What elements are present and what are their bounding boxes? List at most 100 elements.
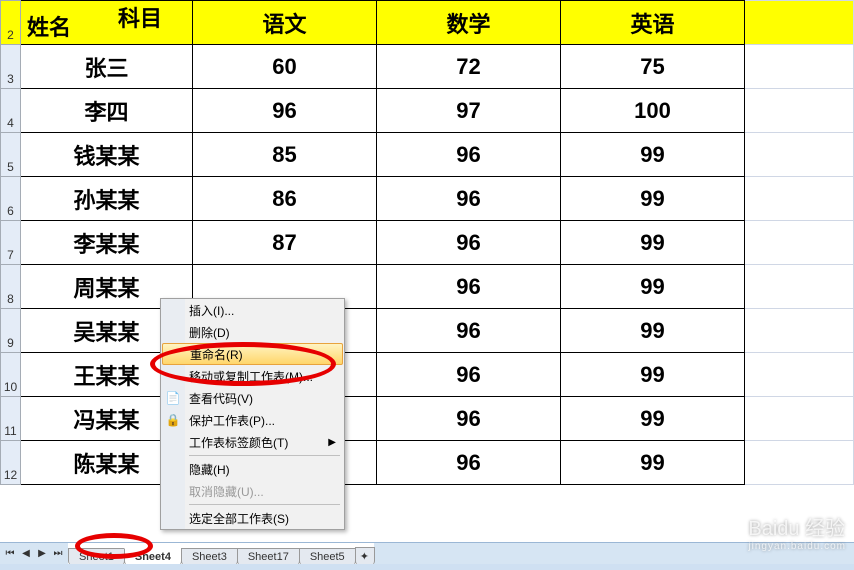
empty-cell[interactable] xyxy=(745,265,854,309)
cell-value[interactable]: 96 xyxy=(377,177,561,221)
empty-cell[interactable] xyxy=(745,221,854,265)
empty-cell[interactable] xyxy=(745,133,854,177)
sheet-tab[interactable]: Sheet1 xyxy=(68,548,125,565)
sheet-tab[interactable]: Sheet5 xyxy=(299,548,356,565)
menu-label: 插入(I)... xyxy=(189,302,234,319)
cell-value[interactable]: 96 xyxy=(193,89,377,133)
sheet-tab-active[interactable]: Sheet4 xyxy=(124,548,182,565)
code-icon: 📄 xyxy=(165,390,181,406)
row-header[interactable]: 3 xyxy=(1,45,21,89)
menu-separator xyxy=(189,455,340,456)
column-header-shuxue[interactable]: 数学 xyxy=(377,1,561,45)
cell-value[interactable]: 75 xyxy=(561,45,745,89)
header-name-label: 姓名 xyxy=(27,10,71,42)
cell-name[interactable]: 张三 xyxy=(21,45,193,89)
cell-value[interactable]: 99 xyxy=(561,309,745,353)
menu-label: 移动或复制工作表(M)... xyxy=(189,368,313,385)
cell-value[interactable]: 99 xyxy=(561,265,745,309)
empty-cell[interactable] xyxy=(745,397,854,441)
watermark-brand: Baidu 经验 xyxy=(748,518,845,540)
tab-nav-prev-icon[interactable]: ◀ xyxy=(18,546,34,562)
sheet-tab[interactable]: Sheet17 xyxy=(237,548,300,565)
tab-nav-last-icon[interactable]: ⏭ xyxy=(50,546,66,562)
menu-label: 删除(D) xyxy=(189,324,230,341)
menu-item-unhide: 取消隐藏(U)... xyxy=(161,480,344,502)
header-cell-diagonal[interactable]: 科目 姓名 xyxy=(21,1,193,45)
menu-item-protect[interactable]: 🔒 保护工作表(P)... xyxy=(161,409,344,431)
menu-label: 隐藏(H) xyxy=(189,461,230,478)
menu-item-tab-color[interactable]: 工作表标签颜色(T) ▶ xyxy=(161,431,344,453)
menu-label: 取消隐藏(U)... xyxy=(189,483,264,500)
row-header[interactable]: 5 xyxy=(1,133,21,177)
menu-label: 保护工作表(P)... xyxy=(189,412,275,429)
column-header-yingyu[interactable]: 英语 xyxy=(561,1,745,45)
tab-nav-first-icon[interactable]: ⏮ xyxy=(2,546,18,562)
menu-item-rename[interactable]: 重命名(R) xyxy=(162,343,343,365)
cell-value[interactable]: 96 xyxy=(377,309,561,353)
cell-value[interactable]: 97 xyxy=(377,89,561,133)
empty-cell[interactable] xyxy=(745,441,854,485)
cell-value[interactable]: 99 xyxy=(561,397,745,441)
menu-item-hide[interactable]: 隐藏(H) xyxy=(161,458,344,480)
empty-cell[interactable] xyxy=(745,353,854,397)
menu-label: 工作表标签颜色(T) xyxy=(189,434,288,451)
cell-name[interactable]: 李某某 xyxy=(21,221,193,265)
cell-name[interactable]: 孙某某 xyxy=(21,177,193,221)
menu-label: 查看代码(V) xyxy=(189,390,253,407)
row-header[interactable]: 2 xyxy=(1,1,21,45)
menu-label: 重命名(R) xyxy=(190,346,243,363)
cell-value[interactable]: 96 xyxy=(377,441,561,485)
submenu-arrow-icon: ▶ xyxy=(328,437,336,448)
menu-label: 选定全部工作表(S) xyxy=(189,510,289,527)
cell-value[interactable]: 86 xyxy=(193,177,377,221)
menu-item-select-all[interactable]: 选定全部工作表(S) xyxy=(161,507,344,529)
cell-value[interactable]: 96 xyxy=(377,397,561,441)
cell-value[interactable]: 96 xyxy=(377,221,561,265)
row-header[interactable]: 4 xyxy=(1,89,21,133)
menu-item-delete[interactable]: 删除(D) xyxy=(161,321,344,343)
row-header[interactable]: 7 xyxy=(1,221,21,265)
empty-cell[interactable] xyxy=(745,309,854,353)
row-header[interactable]: 11 xyxy=(1,397,21,441)
row-header[interactable]: 12 xyxy=(1,441,21,485)
empty-cell[interactable] xyxy=(745,89,854,133)
status-bar xyxy=(0,564,854,570)
menu-item-move-copy[interactable]: 移动或复制工作表(M)... xyxy=(161,365,344,387)
header-subject-label: 科目 xyxy=(118,1,162,33)
cell-name[interactable]: 钱某某 xyxy=(21,133,193,177)
cell-name[interactable]: 李四 xyxy=(21,89,193,133)
tab-nav-buttons: ⏮ ◀ ▶ ⏭ xyxy=(0,546,68,562)
row-header[interactable]: 9 xyxy=(1,309,21,353)
menu-item-view-code[interactable]: 📄 查看代码(V) xyxy=(161,387,344,409)
sheet-tab-bar: ⏮ ◀ ▶ ⏭ Sheet1 Sheet4 Sheet3 Sheet17 She… xyxy=(0,542,854,564)
cell-value[interactable]: 99 xyxy=(561,177,745,221)
empty-cell[interactable] xyxy=(745,177,854,221)
cell-value[interactable]: 85 xyxy=(193,133,377,177)
menu-item-insert[interactable]: 插入(I)... xyxy=(161,299,344,321)
tab-nav-next-icon[interactable]: ▶ xyxy=(34,546,50,562)
new-sheet-tab-icon[interactable]: ✦ xyxy=(355,547,375,565)
cell-value[interactable]: 99 xyxy=(561,221,745,265)
row-header[interactable]: 6 xyxy=(1,177,21,221)
cell-value[interactable]: 72 xyxy=(377,45,561,89)
sheet-tab-context-menu: 插入(I)... 删除(D) 重命名(R) 移动或复制工作表(M)... 📄 查… xyxy=(160,298,345,530)
empty-cell[interactable] xyxy=(745,1,854,45)
cell-value[interactable]: 96 xyxy=(377,133,561,177)
cell-value[interactable]: 60 xyxy=(193,45,377,89)
cell-value[interactable]: 99 xyxy=(561,353,745,397)
cell-value[interactable]: 87 xyxy=(193,221,377,265)
menu-separator xyxy=(189,504,340,505)
row-header[interactable]: 10 xyxy=(1,353,21,397)
cell-value[interactable]: 96 xyxy=(377,353,561,397)
column-header-yuwen[interactable]: 语文 xyxy=(193,1,377,45)
worksheet-grid[interactable]: 2 科目 姓名 语文 数学 英语 3 张三 60 72 75 4 李四 96 9… xyxy=(0,0,854,485)
lock-icon: 🔒 xyxy=(165,412,181,428)
row-header[interactable]: 8 xyxy=(1,265,21,309)
cell-value[interactable]: 100 xyxy=(561,89,745,133)
sheet-tab[interactable]: Sheet3 xyxy=(181,548,238,565)
cell-value[interactable]: 99 xyxy=(561,133,745,177)
cell-value[interactable]: 96 xyxy=(377,265,561,309)
cell-value[interactable]: 99 xyxy=(561,441,745,485)
sheet-tabs: Sheet1 Sheet4 Sheet3 Sheet17 Sheet5 ✦ xyxy=(68,543,374,564)
empty-cell[interactable] xyxy=(745,45,854,89)
